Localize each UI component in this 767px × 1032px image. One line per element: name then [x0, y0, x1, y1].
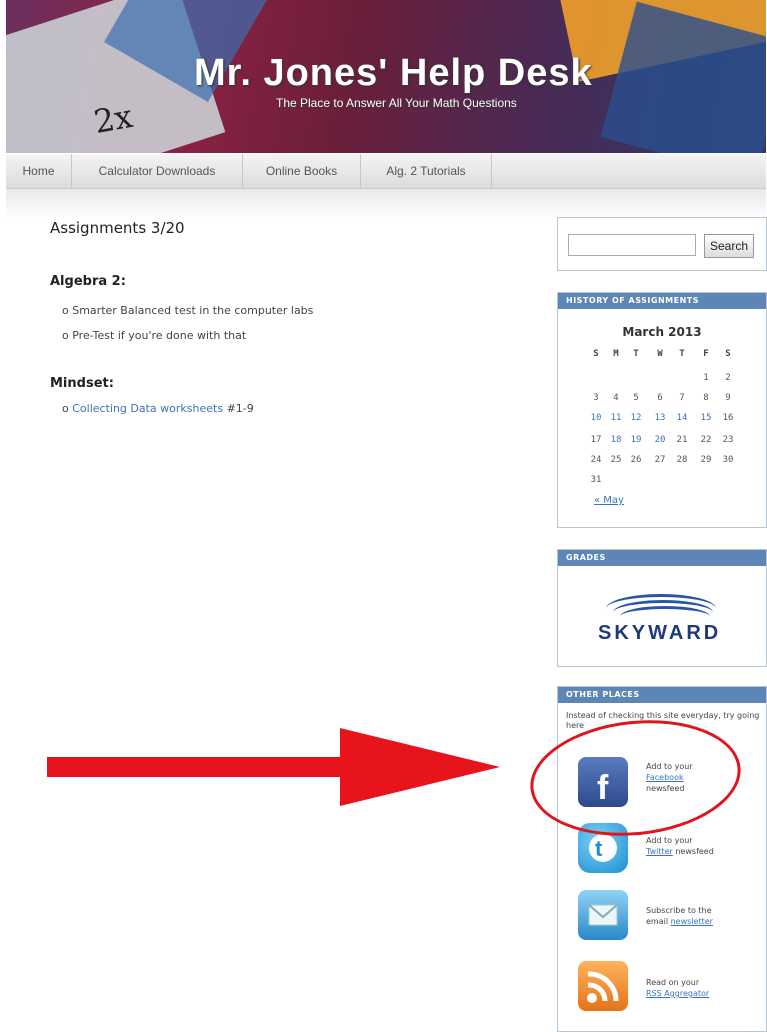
site-title[interactable]: Mr. Jones' Help Desk	[194, 52, 593, 95]
calendar-weekday: S	[725, 349, 731, 359]
calendar-day: 28	[676, 455, 688, 465]
calendar-weekday: T	[633, 349, 639, 359]
calendar-weekday: W	[657, 349, 663, 359]
skyward-logo[interactable]: SKYWARD	[598, 622, 721, 645]
calendar-day: 24	[590, 455, 602, 465]
widget-title: OTHER PLACES	[558, 687, 766, 703]
email-icon[interactable]	[578, 890, 628, 940]
calendar-day: 22	[700, 435, 712, 445]
calendar-day: 6	[657, 393, 663, 403]
calendar-weekday: S	[593, 349, 599, 359]
calendar-day: 17	[590, 435, 602, 445]
rss-icon[interactable]	[578, 961, 628, 1011]
calendar-day: 9	[725, 393, 731, 403]
calendar-day[interactable]: 14	[672, 413, 692, 423]
search-button[interactable]: Search	[704, 234, 754, 258]
section-heading-algebra2: Algebra 2:	[50, 274, 126, 289]
calendar-day[interactable]: 12	[626, 413, 646, 423]
list-item: o Pre-Test if you're done with that	[62, 329, 247, 342]
calendar-day: 8	[703, 393, 709, 403]
search-widget: Search	[557, 217, 767, 271]
site-header: 2x Mr. Jones' Help Desk The Place to Ans…	[6, 0, 766, 153]
calendar-day: 3	[593, 393, 599, 403]
calendar-weekday: M	[613, 349, 619, 359]
calendar-day[interactable]: 11	[606, 413, 626, 423]
calendar-day[interactable]: 15	[696, 413, 716, 423]
calendar-day: 16	[722, 413, 734, 423]
nav-shadow	[6, 189, 766, 219]
list-item: o Collecting Data worksheets #1-9	[62, 402, 254, 415]
calendar-day: 27	[654, 455, 666, 465]
calendar-day: 7	[679, 393, 685, 403]
calendar-day: 30	[722, 455, 734, 465]
annotation-arrow-head	[340, 728, 500, 806]
search-input[interactable]	[568, 234, 696, 256]
twitter-link[interactable]: Twitter	[646, 847, 673, 856]
calendar-caption: March 2013	[622, 325, 702, 339]
list-item: o Smarter Balanced test in the computer …	[62, 304, 314, 317]
twitter-entry-text: Add to your Twitter newsfeed	[646, 836, 714, 856]
widget-title: GRADES	[558, 550, 766, 566]
calendar-day: 21	[676, 435, 688, 445]
nav-item-alg2-tutorials[interactable]: Alg. 2 Tutorials	[361, 154, 492, 188]
calendar-day[interactable]: 20	[650, 435, 670, 445]
calendar-day[interactable]: 10	[586, 413, 606, 423]
history-widget: HISTORY OF ASSIGNMENTS March 2013 S M T W T F…	[557, 292, 767, 528]
rss-aggregator-link[interactable]: RSS Aggregator	[646, 989, 709, 998]
svg-text:t: t	[595, 836, 603, 861]
calendar-day: 4	[613, 393, 619, 403]
link-suffix: #1-9	[226, 402, 254, 415]
rss-entry-text: Read on your RSS Aggregator	[646, 978, 710, 998]
calendar-weekday: F	[703, 349, 709, 359]
calendar-day[interactable]: 19	[626, 435, 646, 445]
site-tagline: The Place to Answer All Your Math Questi…	[276, 96, 517, 110]
calendar-prev-link[interactable]: « May	[594, 495, 624, 506]
widget-title: HISTORY OF ASSIGNMENTS	[558, 293, 766, 309]
header-decoration-text: 2x	[90, 96, 136, 142]
calendar-day: 31	[590, 475, 602, 485]
newsletter-link[interactable]: newsletter	[671, 917, 713, 926]
calendar-day: 23	[722, 435, 734, 445]
calendar-day: 5	[633, 393, 639, 403]
main-nav: Home Calculator Downloads Online Books A…	[6, 154, 766, 189]
email-entry-text: Subscribe to the email newsletter	[646, 906, 713, 926]
nav-item-calculator-downloads[interactable]: Calculator Downloads	[72, 154, 243, 188]
calendar-day: 26	[630, 455, 642, 465]
calendar-day: 2	[725, 373, 731, 383]
calendar-day: 29	[700, 455, 712, 465]
post-title[interactable]: Assignments 3/20	[50, 219, 185, 237]
calendar-day: 1	[703, 373, 709, 383]
grades-widget: GRADES SKYWARD	[557, 549, 767, 667]
calendar-day[interactable]: 18	[606, 435, 626, 445]
calendar-day: 25	[610, 455, 622, 465]
section-heading-mindset: Mindset:	[50, 376, 114, 391]
collecting-data-link[interactable]: Collecting Data worksheets	[72, 402, 223, 415]
calendar-weekday: T	[679, 349, 685, 359]
calendar-day[interactable]: 13	[650, 413, 670, 423]
nav-item-home[interactable]: Home	[6, 154, 72, 188]
nav-item-online-books[interactable]: Online Books	[243, 154, 361, 188]
